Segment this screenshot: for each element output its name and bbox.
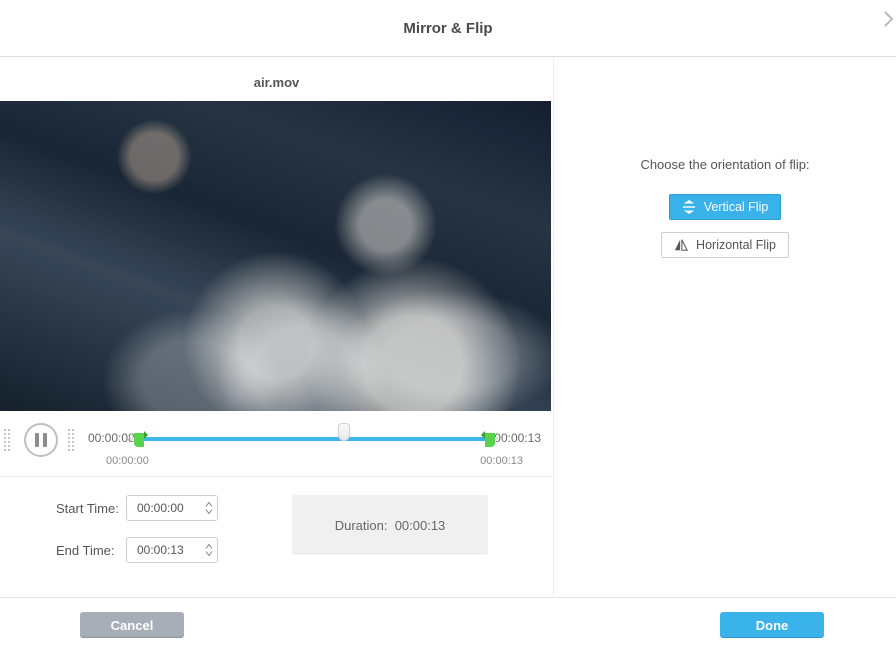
done-button[interactable]: Done [720,612,824,638]
start-time-input[interactable]: 00:00:00 [126,495,218,521]
footer: Cancel Done [0,597,896,652]
timeline: 00:00:08 00:00:13 00:00:00 00:00:13 [88,419,541,473]
time-current: 00:00:08 [88,431,135,445]
flip-button-group: Vertical Flip Horizontal Flip [578,194,872,258]
duration-label: Duration: [335,518,388,533]
horizontal-flip-icon [674,238,688,252]
mirror-flip-dialog: Mirror & Flip air.mov [0,0,896,652]
vertical-flip-icon [682,200,696,214]
duration-box: Duration: 00:00:13 [292,495,488,555]
time-total: 00:00:13 [494,431,541,445]
timeline-row: 00:00:08 00:00:13 00:00:00 00:00:13 [0,411,553,477]
start-time-row: Start Time: 00:00:00 [56,495,288,521]
chevron-down-icon [205,550,213,557]
playhead-knob[interactable] [338,423,350,441]
start-time-value: 00:00:00 [137,501,184,515]
horizontal-flip-button[interactable]: Horizontal Flip [661,232,789,258]
horizontal-flip-label: Horizontal Flip [696,238,776,252]
timeline-track[interactable] [140,437,489,441]
vertical-flip-button[interactable]: Vertical Flip [669,194,782,220]
end-time-label: End Time: [56,543,126,558]
end-time-input[interactable]: 00:00:13 [126,537,218,563]
drag-grip-icon [68,419,78,449]
file-name-row: air.mov [0,57,553,91]
right-pane: Choose the orientation of flip: Vertical… [554,57,896,597]
spinner-arrows[interactable] [205,501,213,515]
cancel-button[interactable]: Cancel [80,612,184,638]
time-controls: Start Time: 00:00:00 End Time: 00:0 [0,477,553,581]
file-name: air.mov [254,75,300,90]
end-time-row: End Time: 00:00:13 [56,537,288,563]
duration-value: 00:00:13 [395,518,446,533]
range-start-label: 00:00:00 [106,455,149,467]
spinner-arrows[interactable] [205,543,213,557]
orientation-prompt: Choose the orientation of flip: [578,157,872,172]
start-time-label: Start Time: [56,501,126,516]
chevron-up-icon [205,543,213,550]
end-time-value: 00:00:13 [137,543,184,557]
video-preview[interactable] [0,101,551,411]
left-pane: air.mov 00:00:08 00:00: [0,57,554,597]
range-end-label: 00:00:13 [480,455,523,467]
range-end-handle[interactable] [485,433,495,447]
time-fields: Start Time: 00:00:00 End Time: 00:0 [56,495,288,563]
main-area: air.mov 00:00:08 00:00: [0,57,896,597]
dialog-title: Mirror & Flip [403,20,492,37]
chevron-up-icon [205,501,213,508]
chevron-down-icon [205,508,213,515]
pause-button[interactable] [24,423,58,457]
video-preview-wrap [0,91,553,411]
drag-grip-icon [4,419,14,449]
next-page-arrow[interactable] [882,8,896,30]
range-start-handle[interactable] [134,433,144,447]
vertical-flip-label: Vertical Flip [704,200,769,214]
title-bar: Mirror & Flip [0,0,896,57]
pause-icon [35,433,47,447]
